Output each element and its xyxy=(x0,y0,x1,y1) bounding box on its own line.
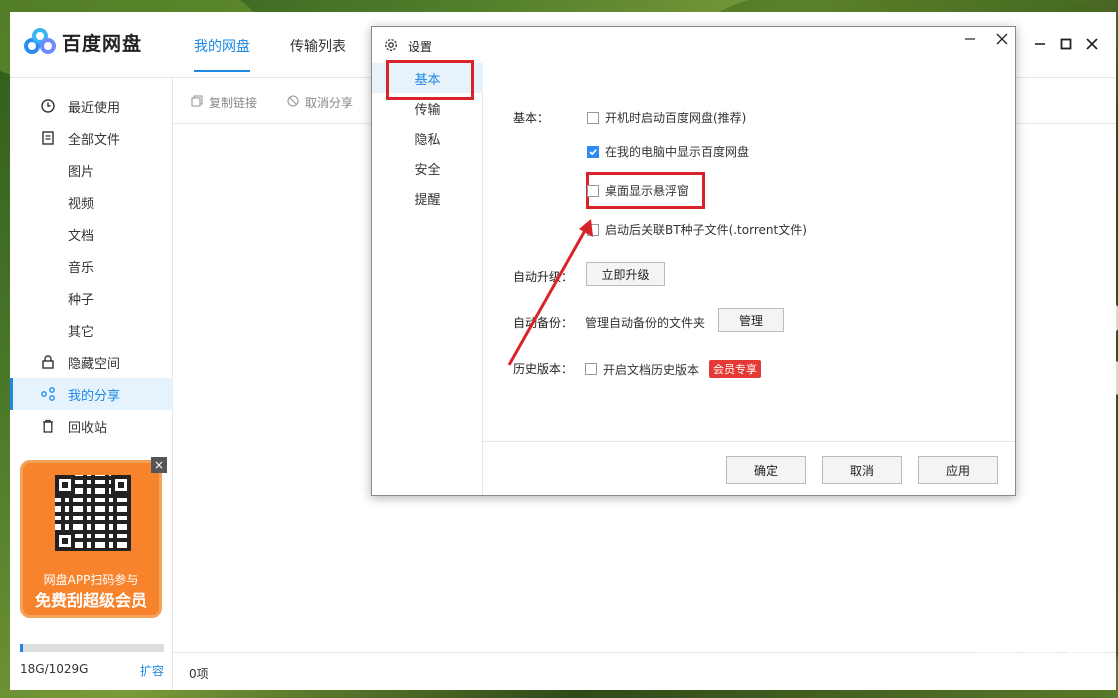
clock-icon xyxy=(40,98,56,114)
dialog-title-text: 设置 xyxy=(408,40,433,54)
ok-button[interactable]: 确定 xyxy=(726,456,806,484)
dialog-title: 设置 xyxy=(384,38,432,55)
tab-transfer-list[interactable]: 传输列表 xyxy=(290,36,346,56)
trash-icon xyxy=(40,418,56,434)
option-history-version[interactable]: 开启文档历史版本 会员专享 xyxy=(585,360,762,378)
storage-text: 18G/1029G xyxy=(20,662,89,676)
sidebar-item-label: 全部文件 xyxy=(68,132,121,148)
settings-nav: 基本 传输 隐私 安全 提醒 xyxy=(372,60,483,495)
prohibit-icon xyxy=(287,95,299,110)
maximize-icon[interactable] xyxy=(1058,36,1074,52)
nav-security[interactable]: 安全 xyxy=(372,153,483,183)
item-count: 0项 xyxy=(189,667,209,681)
sidebar-item-recycle-bin[interactable]: 回收站 xyxy=(10,410,173,442)
close-icon[interactable] xyxy=(1084,36,1100,52)
nav-transfer[interactable]: 传输 xyxy=(372,93,483,123)
watermark: 下载吧 xyxy=(972,645,1110,696)
storage-fill xyxy=(20,644,23,652)
option-label: 开机时启动百度网盘(推荐) xyxy=(605,111,747,125)
checkbox[interactable] xyxy=(587,184,599,197)
logo: 百度网盘 xyxy=(24,28,142,56)
promo-line-2: 免费刮超级会员 xyxy=(34,591,147,610)
qr-code xyxy=(55,475,131,551)
logo-text: 百度网盘 xyxy=(62,32,143,55)
option-label: 启动后关联BT种子文件(.torrent文件) xyxy=(605,223,807,237)
sidebar-item-docs[interactable]: 文档 xyxy=(10,218,173,250)
copy-link-button[interactable]: 复制链接 xyxy=(191,94,257,111)
cancel-share-button[interactable]: 取消分享 xyxy=(287,94,353,111)
settings-dialog: 设置 基本 传输 隐私 安全 提醒 基本： 开机时启动百度网盘(推荐) 在我的电… xyxy=(371,26,1016,496)
auto-backup-desc: 管理自动备份的文件夹 xyxy=(585,316,706,330)
apply-button[interactable]: 应用 xyxy=(918,456,998,484)
dialog-footer: 确定 取消 应用 xyxy=(483,441,1015,495)
storage-bar xyxy=(20,644,164,652)
sidebar-item-hidden-space[interactable]: 隐藏空间 xyxy=(10,346,173,378)
sidebar-item-images[interactable]: 图片 xyxy=(10,154,173,186)
document-icon xyxy=(40,130,56,146)
promo-banner[interactable]: × 网盘APP扫码参与 免费刮超级会员 xyxy=(20,457,167,618)
option-show-in-my-computer[interactable]: 在我的电脑中显示百度网盘 xyxy=(587,143,749,160)
option-label: 在我的电脑中显示百度网盘 xyxy=(605,145,750,159)
sidebar-item-label: 我的分享 xyxy=(68,388,121,404)
sidebar-item-label: 最近使用 xyxy=(68,100,121,116)
nav-reminder[interactable]: 提醒 xyxy=(372,183,483,213)
sidebar-item-torrents[interactable]: 种子 xyxy=(10,282,173,314)
sidebar-item-music[interactable]: 音乐 xyxy=(10,250,173,282)
sidebar-item-label: 隐藏空间 xyxy=(68,356,121,372)
sidebar-item-label: 回收站 xyxy=(68,420,108,436)
option-label: 桌面显示悬浮窗 xyxy=(605,184,690,198)
vip-badge: 会员专享 xyxy=(709,360,762,378)
checkbox[interactable] xyxy=(587,111,599,124)
cancel-button[interactable]: 取消 xyxy=(822,456,902,484)
option-label: 开启文档历史版本 xyxy=(603,362,700,377)
option-associate-torrent[interactable]: 启动后关联BT种子文件(.torrent文件) xyxy=(587,221,807,238)
sidebar-item-videos[interactable]: 视频 xyxy=(10,186,173,218)
checkbox-checked[interactable] xyxy=(587,145,599,158)
annotation-arrow xyxy=(507,219,593,366)
sidebar-item-my-share[interactable]: 我的分享 xyxy=(10,378,173,410)
sidebar: 最近使用 全部文件 图片 视频 文档 音乐 种子 其它 隐藏空间 我的分享 回收… xyxy=(10,78,173,690)
nav-basic[interactable]: 基本 xyxy=(372,60,483,100)
expand-link[interactable]: 扩容 xyxy=(140,662,164,679)
promo-line-1: 网盘APP扫码参与 xyxy=(43,573,139,587)
cancel-share-label: 取消分享 xyxy=(305,96,354,110)
lock-icon xyxy=(40,354,56,370)
nav-privacy[interactable]: 隐私 xyxy=(372,123,483,153)
sidebar-item-recent[interactable]: 最近使用 xyxy=(10,90,173,122)
minimize-icon[interactable] xyxy=(1032,36,1048,52)
gear-icon xyxy=(384,38,398,55)
baidu-cloud-logo-icon xyxy=(24,28,56,56)
copy-icon xyxy=(191,95,203,110)
close-icon[interactable] xyxy=(994,31,1010,47)
manage-button[interactable]: 管理 xyxy=(718,308,784,332)
minimize-icon[interactable] xyxy=(962,31,978,47)
copy-link-label: 复制链接 xyxy=(209,96,258,110)
sidebar-item-other[interactable]: 其它 xyxy=(10,314,173,346)
sidebar-item-all-files[interactable]: 全部文件 xyxy=(10,122,173,154)
option-floating-window[interactable]: 桌面显示悬浮窗 xyxy=(587,182,689,199)
settings-body: 基本： 开机时启动百度网盘(推荐) 在我的电脑中显示百度网盘 桌面显示悬浮窗 启… xyxy=(483,63,1015,495)
basic-label: 基本： xyxy=(513,111,550,125)
tab-my-disk[interactable]: 我的网盘 xyxy=(194,36,250,72)
share-icon xyxy=(40,386,56,402)
close-icon[interactable]: × xyxy=(151,457,167,473)
option-autostart[interactable]: 开机时启动百度网盘(推荐) xyxy=(587,109,746,126)
